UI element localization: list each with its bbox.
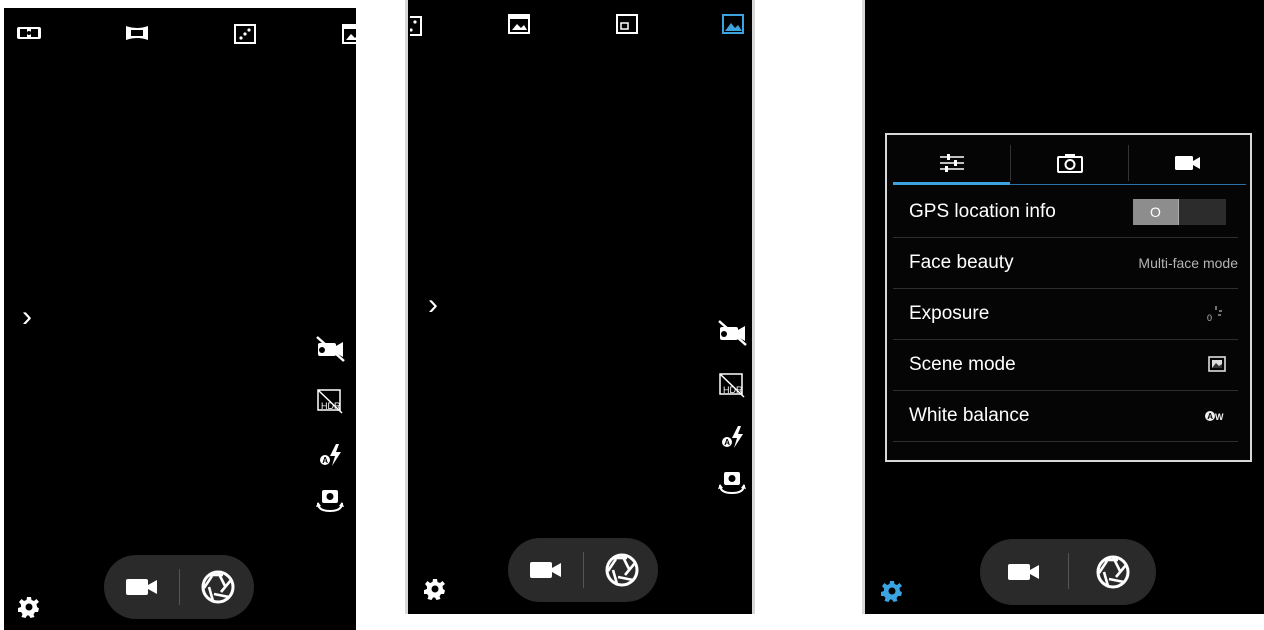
expand-modes-button[interactable]: ›: [428, 290, 438, 320]
toggle-knob: O: [1133, 199, 1179, 225]
setting-label: GPS location info: [909, 201, 1056, 222]
gear-icon[interactable]: [424, 578, 446, 600]
svg-text:W: W: [1215, 412, 1224, 422]
tab-video-settings[interactable]: [1129, 141, 1246, 185]
slideshow-icon[interactable]: [342, 24, 356, 44]
panorama-icon[interactable]: [124, 24, 150, 42]
setting-row-exposure[interactable]: Exposure 0: [893, 289, 1238, 340]
hdr-off-icon[interactable]: HDR: [316, 388, 344, 414]
video-camera-icon: [1008, 564, 1039, 580]
scene-icon: [1208, 356, 1226, 372]
switch-camera-icon[interactable]: [314, 486, 346, 516]
video-camera-icon: [125, 579, 157, 595]
capture-controls: [104, 555, 254, 619]
camera-screen-main: › HDR A: [4, 8, 356, 630]
capture-controls: [980, 539, 1156, 605]
video-camera-icon: [529, 562, 561, 578]
svg-text:A: A: [1207, 412, 1213, 421]
setting-row-gps[interactable]: GPS location info O: [893, 187, 1238, 238]
setting-label: Scene mode: [909, 354, 1016, 375]
setting-row-scene-mode[interactable]: Scene mode: [893, 340, 1238, 391]
svg-text:A: A: [724, 438, 730, 447]
shutter-button[interactable]: [584, 538, 659, 602]
exposure-icon: 0: [1206, 305, 1222, 323]
live-effect-icon[interactable]: [410, 16, 422, 36]
video-record-button[interactable]: [508, 538, 583, 602]
svg-text:0: 0: [1207, 313, 1212, 323]
switch-camera-icon[interactable]: [716, 468, 748, 498]
sliders-icon: [939, 154, 964, 172]
setting-label: Face beauty: [909, 252, 1014, 273]
shutter-button[interactable]: [180, 555, 255, 619]
shutter-button[interactable]: [1069, 539, 1156, 605]
settings-panel: GPS location info O Face beauty Multi-fa…: [885, 133, 1252, 462]
shutter-icon: [605, 553, 638, 587]
video-off-icon[interactable]: [716, 318, 748, 346]
shutter-icon: [1096, 555, 1129, 589]
active-tab-indicator: [893, 182, 1010, 185]
svg-text:HDR: HDR: [723, 385, 743, 395]
auto-flash-icon[interactable]: A: [318, 442, 344, 468]
tab-general-settings[interactable]: [893, 141, 1010, 185]
slideshow-icon[interactable]: [508, 14, 530, 34]
picture-in-picture-icon[interactable]: [616, 14, 638, 34]
shutter-icon: [201, 570, 234, 604]
settings-tabs: [893, 141, 1246, 185]
svg-text:HDR: HDR: [321, 401, 341, 411]
dual-camera-icon[interactable]: [16, 24, 42, 42]
capture-controls: [508, 538, 658, 602]
gps-toggle[interactable]: O: [1133, 199, 1226, 225]
tab-photo-settings[interactable]: [1011, 141, 1128, 185]
camera-icon: [1056, 154, 1083, 173]
setting-label: Exposure: [909, 303, 990, 324]
video-off-icon[interactable]: [314, 334, 346, 362]
camera-screen-modes: › HDR A: [405, 0, 755, 614]
video-record-button[interactable]: [104, 555, 179, 619]
setting-label: White balance: [909, 405, 1030, 426]
svg-text:A: A: [322, 456, 328, 465]
auto-flash-icon[interactable]: A: [720, 424, 746, 450]
setting-row-face-beauty[interactable]: Face beauty Multi-face mode: [893, 238, 1238, 289]
setting-value: Multi-face mode: [1138, 255, 1238, 271]
landscape-mode-icon[interactable]: [722, 14, 744, 34]
video-record-button[interactable]: [980, 539, 1068, 605]
hdr-off-icon[interactable]: HDR: [718, 372, 746, 398]
gear-icon[interactable]: [18, 596, 40, 618]
video-camera-icon: [1174, 156, 1200, 170]
auto-white-balance-icon: AW: [1204, 409, 1226, 423]
gear-icon[interactable]: [881, 580, 903, 602]
expand-modes-button[interactable]: ›: [22, 302, 32, 332]
setting-row-white-balance[interactable]: White balance AW: [893, 391, 1238, 442]
live-effect-icon[interactable]: [234, 24, 256, 44]
camera-screen-settings: GPS location info O Face beauty Multi-fa…: [862, 0, 1264, 614]
